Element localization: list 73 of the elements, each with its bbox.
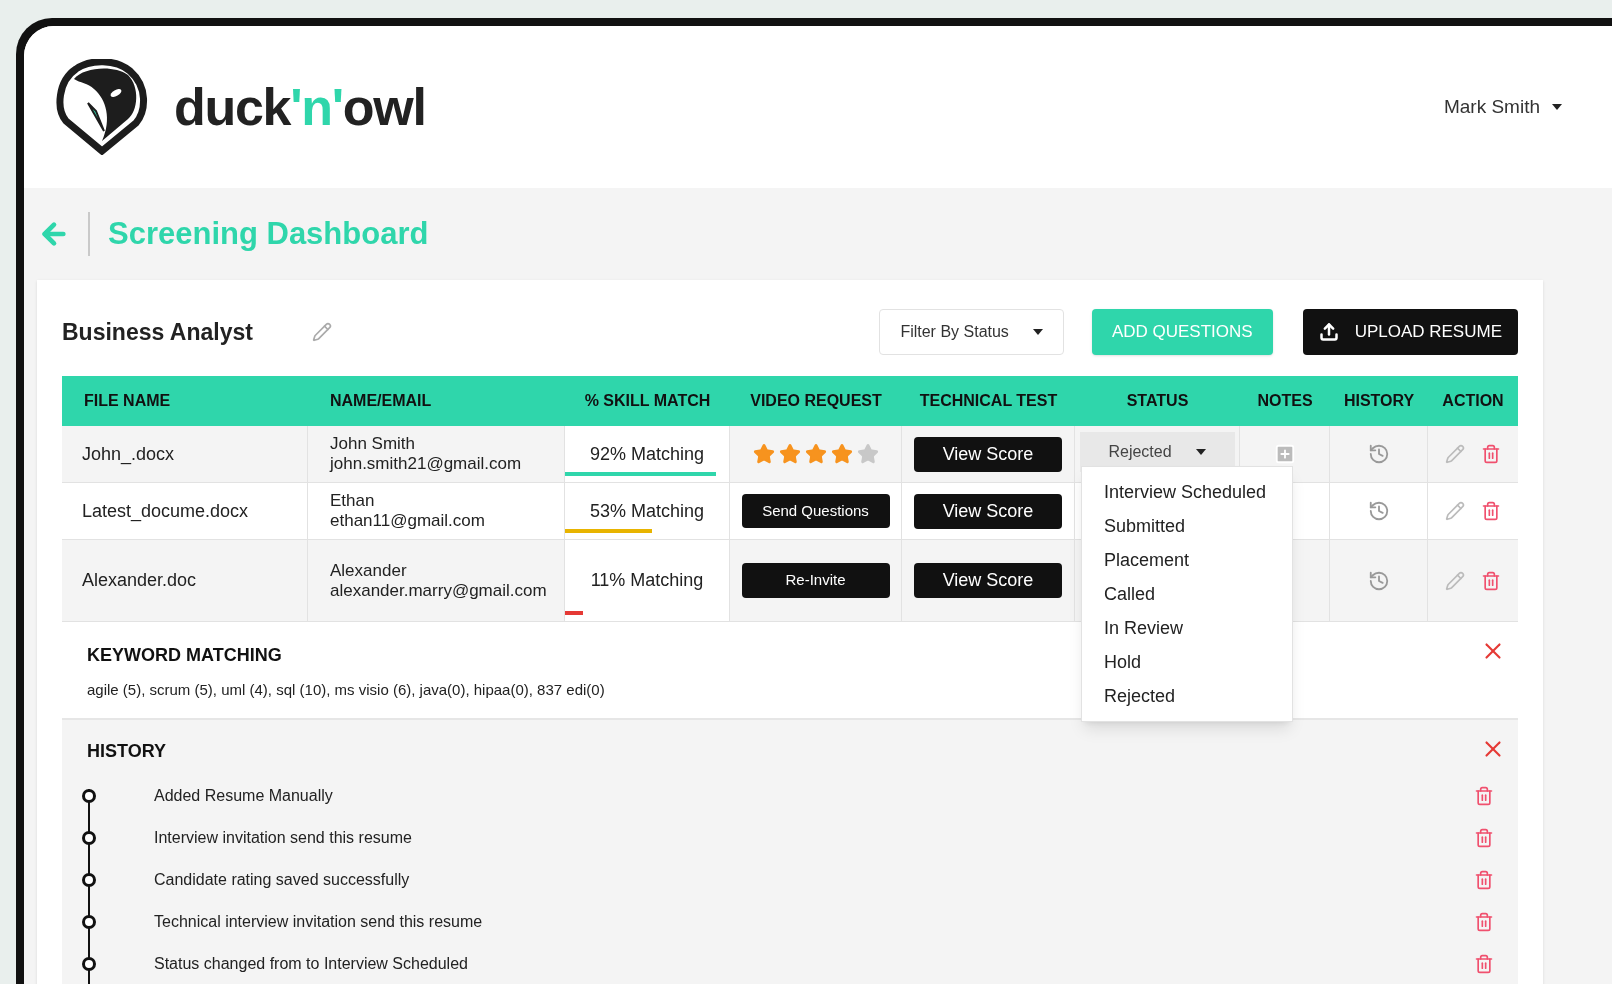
status-option[interactable]: In Review [1082, 611, 1292, 645]
history-icon[interactable] [1367, 443, 1390, 465]
caret-icon [1195, 449, 1206, 455]
skill-match: 92% Matching [589, 442, 705, 466]
view-score-button[interactable]: View Score [914, 493, 1062, 529]
history-icon[interactable] [1367, 569, 1390, 592]
history-entry: Status changed from to Interview Scheduled [154, 954, 469, 974]
column-header: % SKILL MATCH [583, 391, 712, 411]
section-title: HISTORY [87, 740, 166, 763]
star-icon[interactable] [752, 443, 775, 465]
delete-icon[interactable] [1481, 570, 1501, 591]
file-name[interactable]: Alexander.doc [82, 567, 197, 594]
star-icon[interactable] [804, 443, 827, 465]
edit-icon[interactable] [1445, 501, 1465, 521]
column-header: HISTORY [1342, 391, 1416, 411]
keyword-list: agile (5), scrum (5), uml (4), sql (10), ms visio (6), java(0), hipaa(0), 837 edi(0) [87, 679, 605, 702]
column-header: STATUS [1125, 391, 1190, 411]
status-option[interactable]: Interview Scheduled [1082, 475, 1292, 509]
history-entry: Candidate rating saved successfully [154, 870, 411, 890]
column-header: ACTION [1441, 391, 1505, 411]
add-note-icon[interactable] [1273, 443, 1296, 465]
star-icon[interactable] [830, 443, 853, 465]
column-header: FILE NAME [83, 391, 172, 411]
history-entry: Interview invitation send this resume [154, 828, 413, 848]
star-icon[interactable] [778, 443, 801, 465]
caret-icon [1032, 329, 1043, 335]
delete-icon[interactable] [1474, 954, 1494, 974]
delete-icon[interactable] [1481, 444, 1501, 464]
file-name[interactable]: John_.docx [82, 440, 175, 468]
delete-icon[interactable] [1474, 786, 1494, 806]
delete-icon[interactable] [1481, 501, 1501, 521]
history-entry: Technical interview invitation send this resume [154, 912, 484, 932]
file-name[interactable]: Latest_docume.docx [82, 497, 249, 525]
candidate-name: Alexander [330, 560, 408, 581]
column-header: NOTES [1256, 391, 1314, 411]
edit-icon[interactable] [1445, 444, 1465, 464]
status-option[interactable]: Submitted [1082, 509, 1292, 543]
candidate-name: Ethan [330, 491, 376, 511]
status-option[interactable]: Called [1082, 577, 1292, 611]
delete-icon[interactable] [1474, 912, 1494, 932]
history-icon[interactable] [1367, 500, 1390, 522]
job-title: Business Analyst [62, 317, 254, 347]
view-score-button[interactable]: View Score [914, 436, 1062, 472]
status-option[interactable]: Rejected [1082, 679, 1292, 713]
candidate-name: John Smith [330, 434, 417, 454]
video-request-button[interactable]: Send Questions [741, 493, 890, 529]
filter-dropdown[interactable]: Filter By Status [879, 309, 1064, 355]
edit-icon[interactable] [1445, 570, 1465, 591]
upload-icon [1318, 322, 1339, 342]
history-entry: Added Resume Manually [154, 786, 334, 806]
skill-match: 53% Matching [589, 499, 705, 523]
status-option[interactable]: Placement [1082, 543, 1292, 577]
column-header: VIDEO REQUEST [749, 391, 883, 411]
candidate-email: alexander.marry@gmail.com [330, 580, 548, 601]
upload-resume-button[interactable]: UPLOAD RESUME [1302, 309, 1518, 355]
column-header: NAME/EMAIL [329, 391, 433, 411]
column-header: TECHNICAL TEST [918, 391, 1059, 411]
candidate-email: ethan11@gmail.com [330, 511, 486, 531]
star-icon[interactable] [856, 443, 879, 465]
view-score-button[interactable]: View Score [914, 563, 1062, 598]
edit-icon[interactable] [312, 322, 332, 342]
video-request-button[interactable]: Re-Invite [741, 563, 890, 598]
status-option[interactable]: Hold [1082, 645, 1292, 679]
candidate-email: john.smith21@gmail.com [330, 454, 523, 474]
owl-logo-icon [54, 59, 150, 155]
delete-icon[interactable] [1474, 870, 1494, 890]
skill-match: 11% Matching [590, 569, 704, 592]
user-menu[interactable]: Mark Smith [1443, 92, 1562, 122]
delete-icon[interactable] [1474, 828, 1494, 848]
page-title: Screening Dashboard [108, 214, 429, 253]
brand-name: duck'n'owl [174, 77, 426, 138]
caret-icon [1552, 104, 1562, 110]
section-title: KEYWORD MATCHING [87, 644, 282, 667]
